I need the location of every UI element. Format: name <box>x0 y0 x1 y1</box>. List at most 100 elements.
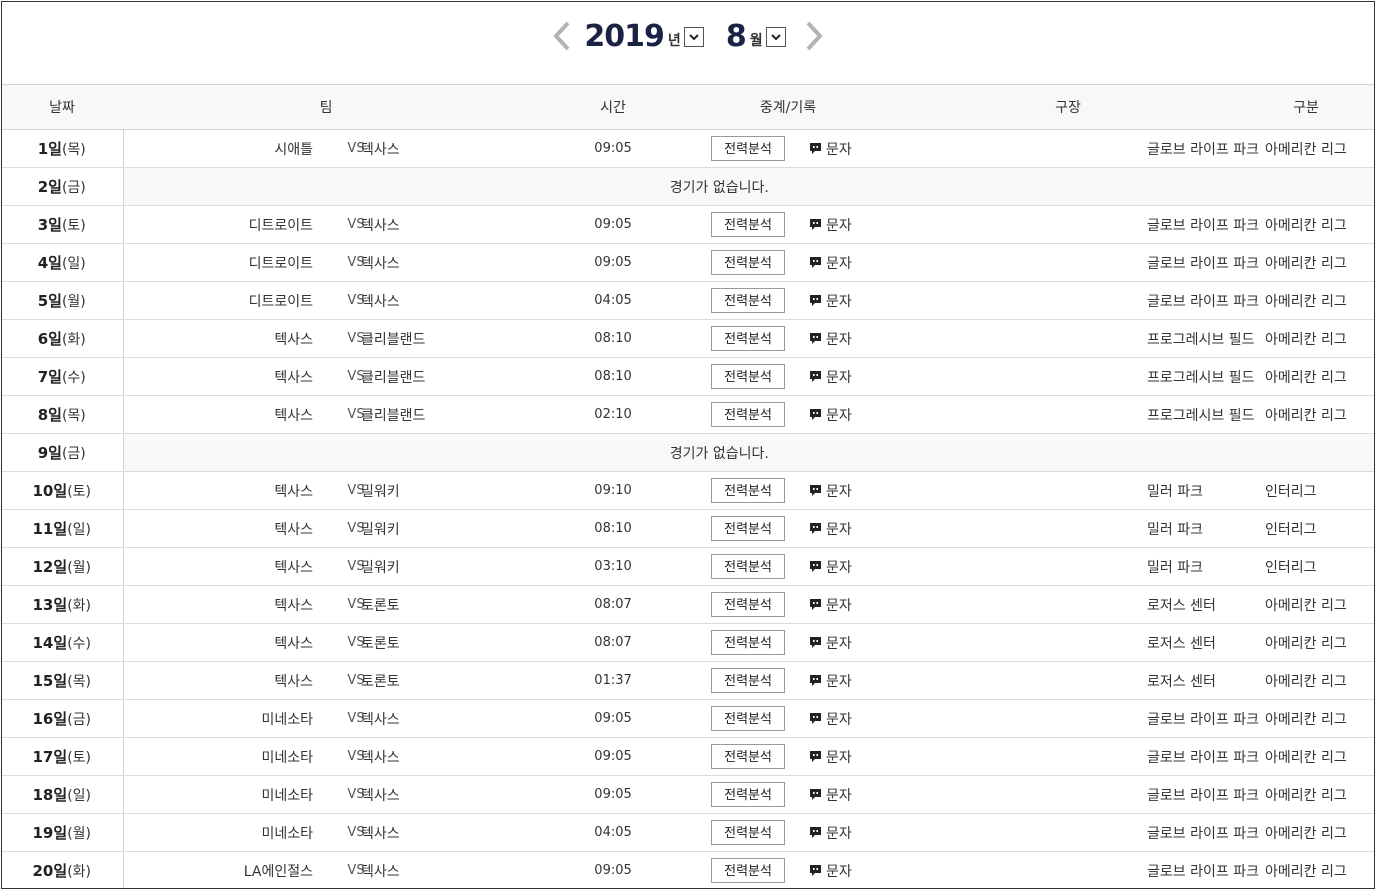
text-relay-label: 문자 <box>826 863 852 880</box>
home-team: 디트로이트 <box>123 205 313 244</box>
analysis-button[interactable]: 전력분석 <box>711 212 786 237</box>
stadium-name: 로저스 센터 <box>1007 623 1250 662</box>
text-relay-link[interactable]: 문자 <box>809 291 852 311</box>
text-relay-link[interactable]: 문자 <box>809 709 852 729</box>
chevron-left-icon <box>553 21 570 51</box>
analysis-button[interactable]: 전력분석 <box>711 592 786 617</box>
league-name: 아메리칸 리그 <box>1249 129 1374 168</box>
analysis-button[interactable]: 전력분석 <box>711 326 786 351</box>
text-relay-link[interactable]: 문자 <box>809 633 852 653</box>
date-cell: 5일(월) <box>2 281 124 320</box>
game-time: 08:10 <box>549 357 678 396</box>
month-dropdown[interactable] <box>765 27 786 47</box>
speech-bubble-icon <box>810 143 822 154</box>
text-relay-link[interactable]: 문자 <box>809 215 852 235</box>
game-time: 09:05 <box>549 737 678 776</box>
day-of-week: (화) <box>67 864 91 880</box>
text-relay-link[interactable]: 문자 <box>809 519 852 539</box>
stadium-name: 밀러 파크 <box>1007 471 1250 510</box>
league-name: 아메리칸 리그 <box>1249 357 1374 396</box>
analysis-button[interactable]: 전력분석 <box>711 364 786 389</box>
stadium-name: 글로브 라이프 파크 <box>1007 243 1259 282</box>
text-relay-label: 문자 <box>826 825 852 842</box>
away-team: 토론토 <box>361 623 550 662</box>
home-team: LA에인절스 <box>123 851 313 888</box>
schedule-table: 날짜 팀 시간 중계/기록 구장 구분 1일(목) 시애틀 VS 텍사스 09:05 전력… <box>2 84 1374 888</box>
analysis-button[interactable]: 전력분석 <box>711 744 786 769</box>
day-number: 1일 <box>37 140 62 158</box>
table-row: 14일(수) 텍사스 VS 토론토 08:07 전력분석 문자 로저스 센터 아메리칸 리그 <box>2 623 1374 662</box>
stadium-name: 글로브 라이프 파크 <box>1007 205 1259 244</box>
text-relay-link[interactable]: 문자 <box>809 785 852 805</box>
league-name: 아메리칸 리그 <box>1249 205 1374 244</box>
day-of-week: (금) <box>61 180 86 196</box>
header-date: 날짜 <box>2 84 123 130</box>
no-game-row: 9일(금) 경기가 없습니다. <box>2 433 1374 472</box>
away-team: 텍사스 <box>361 243 550 282</box>
day-number: 6일 <box>37 330 62 348</box>
text-relay-link[interactable]: 문자 <box>809 747 852 767</box>
speech-bubble-icon <box>810 409 822 420</box>
league-name: 아메리칸 리그 <box>1249 281 1374 320</box>
header-relay: 중계/기록 <box>677 84 1008 130</box>
next-month-button[interactable] <box>796 18 832 54</box>
stadium-name: 글로브 라이프 파크 <box>1007 775 1259 814</box>
analysis-button[interactable]: 전력분석 <box>711 668 786 693</box>
analysis-button[interactable]: 전력분석 <box>711 402 786 427</box>
home-team: 미네소타 <box>123 699 313 738</box>
table-row: 5일(월) 디트로이트 VS 텍사스 04:05 전력분석 문자 글로브 라이프 파크 아메리칸… <box>2 281 1374 320</box>
date-cell: 13일(화) <box>2 585 124 624</box>
text-relay-link[interactable]: 문자 <box>809 481 852 501</box>
relay-cell: 전력분석 문자 <box>677 205 1008 244</box>
text-relay-link[interactable]: 문자 <box>809 861 852 881</box>
text-relay-label: 문자 <box>826 217 852 234</box>
text-relay-link[interactable]: 문자 <box>809 823 852 843</box>
analysis-button[interactable]: 전력분석 <box>711 782 786 807</box>
analysis-button[interactable]: 전력분석 <box>711 820 786 845</box>
away-team: 텍사스 <box>361 699 550 738</box>
league-name: 아메리칸 리그 <box>1249 813 1374 852</box>
analysis-button[interactable]: 전력분석 <box>711 136 786 161</box>
text-relay-link[interactable]: 문자 <box>809 557 852 577</box>
table-row: 20일(화) LA에인절스 VS 텍사스 09:05 전력분석 문자 글로브 라이프 파크 아메… <box>2 851 1374 888</box>
analysis-button[interactable]: 전력분석 <box>711 554 786 579</box>
day-number: 12일 <box>32 558 68 576</box>
table-row: 1일(목) 시애틀 VS 텍사스 09:05 전력분석 문자 글로브 라이프 파크 아메리칸 리… <box>2 129 1374 168</box>
home-team: 텍사스 <box>123 623 313 662</box>
analysis-button[interactable]: 전력분석 <box>711 706 786 731</box>
analysis-button[interactable]: 전력분석 <box>711 288 786 313</box>
day-number: 7일 <box>37 368 62 386</box>
league-name: 아메리칸 리그 <box>1249 395 1374 434</box>
text-relay-link[interactable]: 문자 <box>809 329 852 349</box>
away-team: 텍사스 <box>361 129 550 168</box>
text-relay-link[interactable]: 문자 <box>809 405 852 425</box>
away-team: 밀워키 <box>361 471 550 510</box>
analysis-button[interactable]: 전력분석 <box>711 516 786 541</box>
relay-cell: 전력분석 문자 <box>677 509 1008 548</box>
text-relay-link[interactable]: 문자 <box>809 367 852 387</box>
speech-bubble-icon <box>810 675 822 686</box>
speech-bubble-icon <box>810 751 822 762</box>
text-relay-link[interactable]: 문자 <box>809 253 852 273</box>
game-time: 04:05 <box>549 813 678 852</box>
day-of-week: (목) <box>61 142 86 158</box>
speech-bubble-icon <box>810 865 822 876</box>
prev-month-button[interactable] <box>544 18 580 54</box>
text-relay-link[interactable]: 문자 <box>809 595 852 615</box>
day-of-week: (토) <box>61 218 86 234</box>
date-cell: 7일(수) <box>2 357 124 396</box>
day-of-week: (목) <box>61 408 86 424</box>
speech-bubble-icon <box>810 257 822 268</box>
text-relay-link[interactable]: 문자 <box>809 139 852 159</box>
day-of-week: (월) <box>67 560 91 576</box>
text-relay-link[interactable]: 문자 <box>809 671 852 691</box>
analysis-button[interactable]: 전력분석 <box>711 478 786 503</box>
analysis-button[interactable]: 전력분석 <box>711 630 786 655</box>
day-of-week: (토) <box>67 484 91 500</box>
game-time: 04:05 <box>549 281 678 320</box>
analysis-button[interactable]: 전력분석 <box>711 858 786 883</box>
analysis-button[interactable]: 전력분석 <box>711 250 786 275</box>
game-time: 09:05 <box>549 243 678 282</box>
year-dropdown[interactable] <box>683 27 704 47</box>
speech-bubble-icon <box>810 789 822 800</box>
